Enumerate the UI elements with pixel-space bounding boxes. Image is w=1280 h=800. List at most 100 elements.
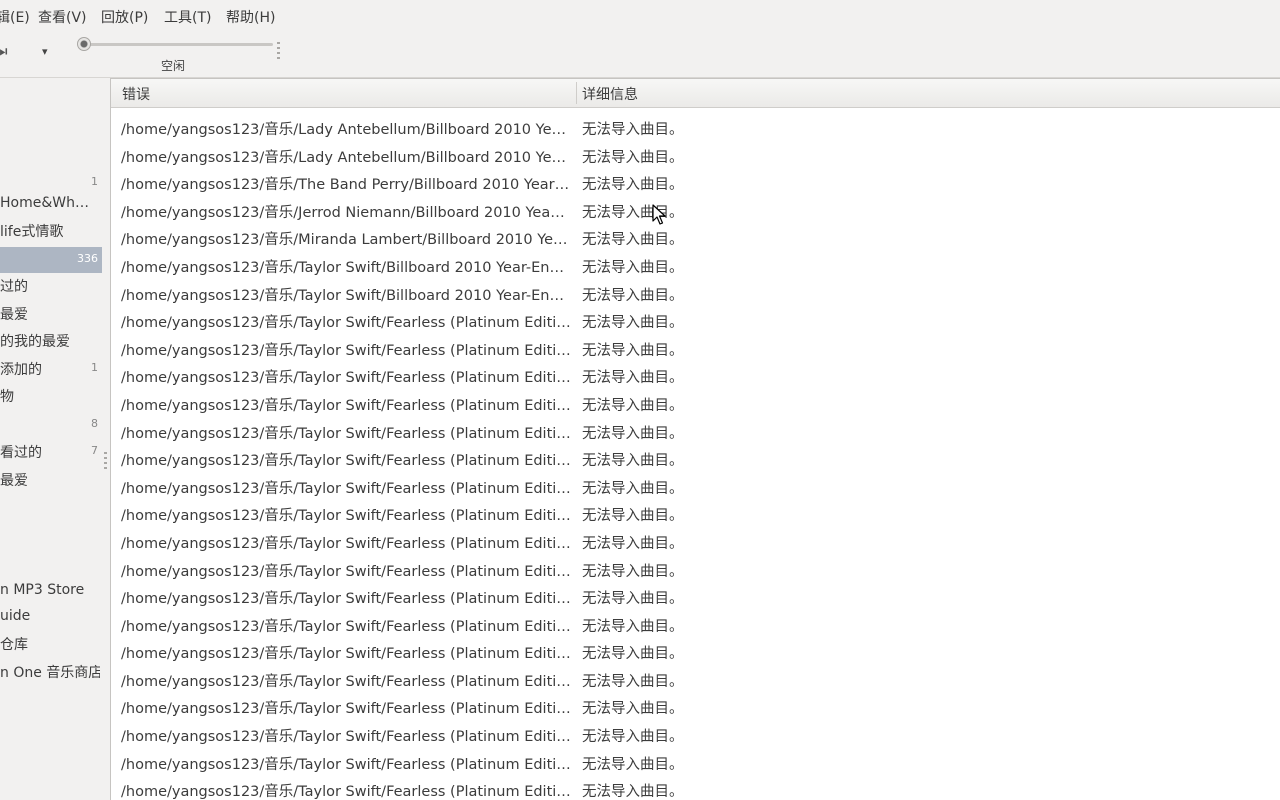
error-path-cell: /home/yangsos123/音乐/Taylor Swift/Fearles…	[121, 756, 571, 773]
error-path-cell: /home/yangsos123/音乐/Taylor Swift/Fearles…	[121, 701, 571, 718]
sidebar-item-label: 的我的最爱	[0, 334, 70, 350]
error-detail-cell: 无法导入曲目。	[582, 673, 684, 690]
table-row[interactable]: /home/yangsos123/音乐/Miranda Lambert/Bill…	[111, 224, 1280, 252]
sidebar-item-label: 最爱	[0, 307, 28, 323]
error-detail-cell: 无法导入曲目。	[582, 425, 684, 442]
seek-slider[interactable]	[80, 43, 273, 46]
seek-slider-knob[interactable]	[77, 37, 91, 51]
error-path-cell: /home/yangsos123/音乐/Taylor Swift/Fearles…	[121, 508, 571, 525]
sidebar-item-label: 过的	[0, 279, 28, 295]
table-row[interactable]: /home/yangsos123/音乐/Jerrod Niemann/Billb…	[111, 197, 1280, 225]
sidebar-item[interactable]: 添加的 1	[0, 356, 102, 382]
pane-resize-handle[interactable]	[104, 452, 107, 472]
table-row[interactable]: /home/yangsos123/音乐/Taylor Swift/Fearles…	[111, 721, 1280, 749]
sidebar-item-label: Home&Wh…	[0, 195, 89, 211]
menu-edit[interactable]: 辑(E)	[0, 7, 30, 27]
error-path-cell: /home/yangsos123/音乐/Miranda Lambert/Bill…	[121, 232, 568, 249]
table-row[interactable]: /home/yangsos123/音乐/Lady Antebellum/Bill…	[111, 114, 1280, 142]
column-header-error[interactable]: 错误	[122, 84, 150, 104]
table-row[interactable]: /home/yangsos123/音乐/Taylor Swift/Fearles…	[111, 776, 1280, 800]
sidebar-item-label: n One 音乐商店	[0, 665, 100, 681]
error-detail-cell: 无法导入曲目。	[582, 535, 684, 552]
table-row[interactable]: /home/yangsos123/音乐/Taylor Swift/Fearles…	[111, 307, 1280, 335]
menu-view[interactable]: 查看(V)	[38, 7, 87, 27]
error-path-cell: /home/yangsos123/音乐/Taylor Swift/Fearles…	[121, 425, 571, 442]
error-path-cell: /home/yangsos123/音乐/Taylor Swift/Fearles…	[121, 342, 571, 359]
error-path-cell: /home/yangsos123/音乐/Taylor Swift/Fearles…	[121, 370, 571, 387]
sidebar-item[interactable]: n MP3 Store	[0, 579, 102, 605]
sidebar-item[interactable]: 过的	[0, 273, 102, 299]
sidebar-item[interactable]: 物	[0, 383, 102, 409]
menu-tools[interactable]: 工具(T)	[164, 7, 211, 27]
toolbar-grip[interactable]	[277, 42, 280, 62]
table-row[interactable]: /home/yangsos123/音乐/Taylor Swift/Fearles…	[111, 335, 1280, 363]
sidebar-item-count: 336	[77, 252, 98, 265]
menu-playback[interactable]: 回放(P)	[101, 7, 148, 27]
error-detail-cell: 无法导入曲目。	[582, 508, 684, 525]
error-path-cell: /home/yangsos123/音乐/Taylor Swift/Fearles…	[121, 315, 571, 332]
menu-help[interactable]: 帮助(H)	[226, 7, 275, 27]
sidebar-item-count: 1	[91, 361, 98, 374]
table-row[interactable]: /home/yangsos123/音乐/Taylor Swift/Fearles…	[111, 418, 1280, 446]
sidebar-item[interactable]: 看过的 7	[0, 439, 102, 465]
error-detail-cell: 无法导入曲目。	[582, 370, 684, 387]
error-detail-cell: 无法导入曲目。	[582, 177, 684, 194]
sidebar-item[interactable]: n One 音乐商店	[0, 659, 102, 685]
error-path-cell: /home/yangsos123/音乐/Taylor Swift/Fearles…	[121, 563, 571, 580]
chevron-down-icon[interactable]: ▾	[42, 45, 48, 58]
table-row[interactable]: /home/yangsos123/音乐/Taylor Swift/Fearles…	[111, 583, 1280, 611]
error-detail-cell: 无法导入曲目。	[582, 232, 684, 249]
column-header-details[interactable]: 详细信息	[582, 84, 638, 104]
error-path-cell: /home/yangsos123/音乐/Lady Antebellum/Bill…	[121, 122, 566, 138]
sidebar-item-count: 8	[91, 417, 98, 430]
table-row[interactable]: /home/yangsos123/音乐/Taylor Swift/Fearles…	[111, 445, 1280, 473]
table-row[interactable]: /home/yangsos123/音乐/The Band Perry/Billb…	[111, 169, 1280, 197]
error-path-cell: /home/yangsos123/音乐/Taylor Swift/Billboa…	[121, 287, 564, 304]
sidebar-item[interactable]: uide	[0, 605, 102, 631]
table-row[interactable]: /home/yangsos123/音乐/Taylor Swift/Fearles…	[111, 611, 1280, 639]
sidebar-item-label: 添加的	[0, 362, 42, 378]
error-detail-cell: 无法导入曲目。	[582, 149, 684, 166]
next-track-icon[interactable]: ⏭	[0, 42, 7, 60]
sidebar-item-selected[interactable]: 336	[0, 247, 102, 273]
error-rows: /home/yangsos123/音乐/Lady Antebellum/Bill…	[111, 114, 1280, 800]
error-path-cell: /home/yangsos123/音乐/Taylor Swift/Fearles…	[121, 535, 571, 552]
table-row[interactable]: /home/yangsos123/音乐/Taylor Swift/Billboa…	[111, 252, 1280, 280]
error-path-cell: /home/yangsos123/音乐/Taylor Swift/Fearles…	[121, 673, 571, 690]
table-row[interactable]: /home/yangsos123/音乐/Taylor Swift/Fearles…	[111, 749, 1280, 777]
error-detail-cell: 无法导入曲目。	[582, 480, 684, 497]
error-detail-cell: 无法导入曲目。	[582, 259, 684, 276]
sidebar-item[interactable]: 的我的最爱	[0, 328, 102, 354]
table-row[interactable]: /home/yangsos123/音乐/Taylor Swift/Fearles…	[111, 693, 1280, 721]
table-row[interactable]: /home/yangsos123/音乐/Taylor Swift/Fearles…	[111, 638, 1280, 666]
sidebar-item[interactable]: 8	[0, 412, 102, 438]
error-path-cell: /home/yangsos123/音乐/Taylor Swift/Fearles…	[121, 453, 571, 470]
error-path-cell: /home/yangsos123/音乐/Taylor Swift/Billboa…	[121, 259, 564, 276]
table-row[interactable]: /home/yangsos123/音乐/Taylor Swift/Fearles…	[111, 473, 1280, 501]
error-detail-cell: 无法导入曲目。	[582, 591, 684, 608]
table-row[interactable]: /home/yangsos123/音乐/Taylor Swift/Fearles…	[111, 390, 1280, 418]
table-row[interactable]: /home/yangsos123/音乐/Taylor Swift/Fearles…	[111, 362, 1280, 390]
table-row[interactable]: /home/yangsos123/音乐/Taylor Swift/Fearles…	[111, 528, 1280, 556]
menu-bar: 辑(E) 查看(V) 回放(P) 工具(T) 帮助(H)	[0, 0, 1280, 30]
sidebar-item[interactable]: 最爱	[0, 301, 102, 327]
error-path-cell: /home/yangsos123/音乐/Taylor Swift/Fearles…	[121, 591, 571, 608]
sidebar-item[interactable]: 仓库	[0, 631, 102, 657]
table-row[interactable]: /home/yangsos123/音乐/Taylor Swift/Fearles…	[111, 556, 1280, 584]
error-list: 错误 详细信息 /home/yangsos123/音乐/Lady Antebel…	[110, 78, 1280, 800]
error-detail-cell: 无法导入曲目。	[582, 315, 684, 332]
table-row[interactable]: /home/yangsos123/音乐/Taylor Swift/Fearles…	[111, 500, 1280, 528]
column-separator[interactable]	[576, 82, 577, 104]
sidebar-item[interactable]: 最爱	[0, 467, 102, 493]
sidebar-item-count: 7	[91, 444, 98, 457]
table-row[interactable]: /home/yangsos123/音乐/Taylor Swift/Fearles…	[111, 666, 1280, 694]
sidebar-item[interactable]: life式情歌	[0, 218, 102, 244]
table-row[interactable]: /home/yangsos123/音乐/Lady Antebellum/Bill…	[111, 142, 1280, 170]
table-row[interactable]: /home/yangsos123/音乐/Taylor Swift/Billboa…	[111, 280, 1280, 308]
sidebar-item-label: 仓库	[0, 637, 28, 653]
sidebar-item[interactable]: Home&Wh…	[0, 192, 102, 218]
error-detail-cell: 无法导入曲目。	[582, 122, 684, 138]
error-detail-cell: 无法导入曲目。	[582, 204, 684, 221]
source-sidebar: 1 Home&Wh… life式情歌 336 过的 最爱 的我的最爱 添加的 1…	[0, 78, 102, 800]
error-path-cell: /home/yangsos123/音乐/Lady Antebellum/Bill…	[121, 149, 566, 166]
